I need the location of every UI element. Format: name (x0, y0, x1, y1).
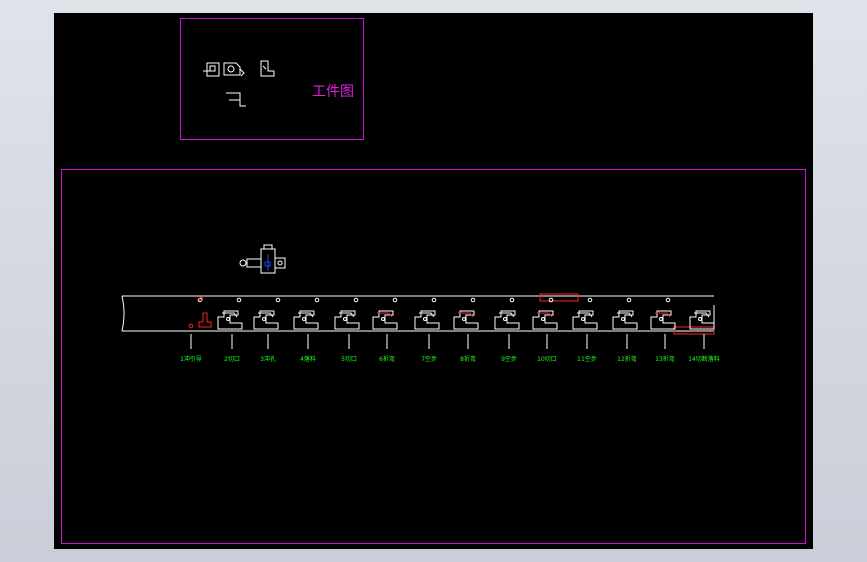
station-label: 3冲孔 (260, 355, 276, 363)
first-cut-outline (198, 312, 212, 328)
station-label: 1冲引导 (180, 355, 202, 363)
pilot-hole (353, 297, 359, 303)
workpiece-side-view (260, 60, 275, 77)
pilot-hole (626, 297, 632, 303)
station-6: 6折弯 (372, 310, 398, 363)
station-hole (226, 317, 230, 321)
workpiece-front-view (203, 62, 245, 77)
pilot-hole (236, 297, 242, 303)
station-11: 11空步 (572, 310, 598, 363)
station-hole (462, 317, 466, 321)
station-5: 5切口 (334, 310, 360, 363)
progressive-strip (121, 293, 715, 335)
station-list: 1冲引导 2切口 3冲孔 4落料 5切口 6折弯 7空步 8折弯 9空步 10切口 11空步 12折弯… (180, 310, 720, 363)
station-2: 2切口 (217, 310, 243, 363)
station-4: 4落料 (293, 310, 319, 363)
station-label: 2切口 (224, 356, 240, 363)
part-outline (572, 310, 598, 330)
station-13: 13折弯 (650, 310, 676, 363)
part-outline (650, 310, 676, 330)
station-hole (423, 317, 427, 321)
station-8: 8折弯 (453, 310, 479, 363)
punch-assembly (239, 244, 286, 274)
part-outline (612, 310, 638, 330)
part-outline (293, 310, 319, 330)
station-label: 10切口 (537, 356, 557, 363)
drawing-layer: 1冲引导 2切口 3冲孔 4落料 5切口 6折弯 7空步 8折弯 9空步 10切口 11空步 12折弯… (121, 60, 720, 363)
pilot-hole (431, 297, 437, 303)
station-label: 6折弯 (379, 355, 395, 363)
pilot-hole (314, 297, 320, 303)
part-outline (217, 310, 243, 330)
pilot-hole (470, 297, 476, 303)
station-hole (302, 317, 306, 321)
station-label: 4落料 (300, 355, 316, 363)
station-hole (262, 317, 266, 321)
station-7: 7空步 (414, 310, 440, 363)
station-hole (503, 317, 507, 321)
station-hole (343, 317, 347, 321)
station-label: 11空步 (577, 355, 597, 363)
station-hole (659, 317, 663, 321)
station-label: 7空步 (421, 355, 437, 363)
part-outline (372, 310, 398, 330)
station-hole (621, 317, 625, 321)
part-outline (453, 310, 479, 330)
station-1: 1冲引导 (180, 312, 212, 363)
station-hole (698, 317, 702, 321)
part-outline (532, 310, 558, 330)
station-hole (541, 317, 545, 321)
station-label: 8折弯 (460, 355, 476, 363)
part-outline (253, 310, 279, 330)
station-label: 12折弯 (617, 355, 637, 363)
pilot-hole (275, 297, 281, 303)
station-hole (581, 317, 585, 321)
workpiece-top-view (226, 92, 246, 107)
pilot-hole (509, 297, 515, 303)
part-outline (494, 310, 520, 330)
station-hole (381, 317, 385, 321)
station-14: 14切断落料 (688, 310, 720, 363)
station-3: 3冲孔 (253, 310, 279, 363)
station-12: 12折弯 (612, 310, 638, 363)
station-10: 10切口 (532, 310, 558, 363)
pilot-hole (392, 297, 398, 303)
cad-drawing-canvas[interactable]: 工件图 1冲引导 2切口 3冲孔 4落料 5切口 6折弯 7空步 8折弯 9空步… (54, 13, 813, 549)
station-label: 13折弯 (655, 355, 675, 363)
pilot-hole (587, 297, 593, 303)
station-label: 5切口 (341, 356, 357, 363)
workpiece-views (203, 60, 275, 107)
station-label: 9空步 (501, 355, 517, 363)
station-label: 14切断落料 (688, 355, 720, 363)
pilot-hole (665, 297, 671, 303)
guide-hole (188, 323, 194, 329)
part-outline (689, 310, 715, 330)
station-9: 9空步 (494, 310, 520, 363)
part-outline (414, 310, 440, 330)
part-outline (334, 310, 360, 330)
